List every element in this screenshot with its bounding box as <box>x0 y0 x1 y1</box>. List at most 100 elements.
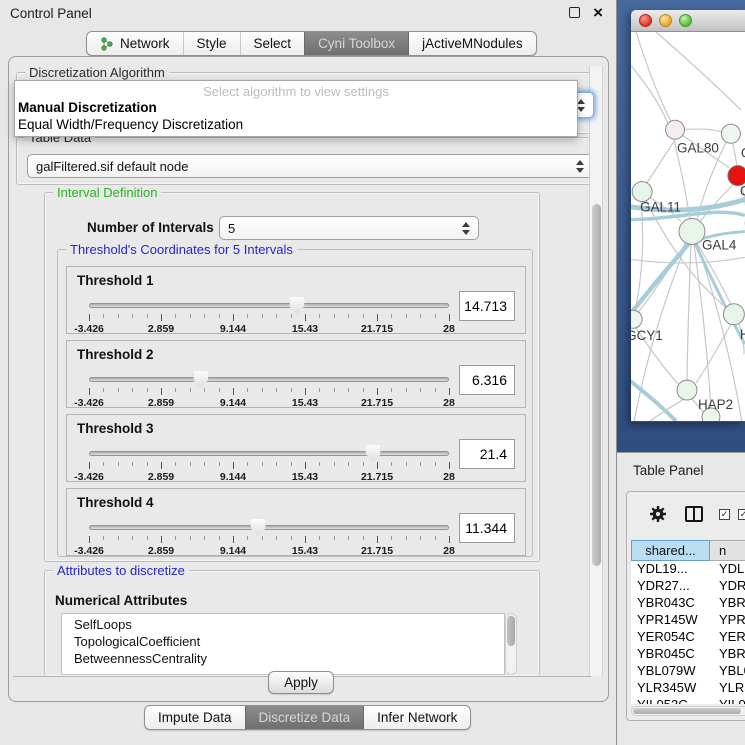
threshold-4-value-field[interactable]: 11.344 <box>459 513 515 543</box>
dropdown-option-manual-discretization[interactable]: Manual Discretization <box>15 99 577 116</box>
node-label-gal80: GAL80 <box>677 141 719 156</box>
threshold-3-label: Threshold 3 <box>77 421 154 436</box>
interval-definition-group: Interval Definition Number of Intervals … <box>44 192 540 562</box>
attributes-list-scrollbar[interactable] <box>505 613 517 675</box>
table-row[interactable]: YPR145WYPR1 <box>631 612 745 629</box>
table-row[interactable]: YER054CYER0 <box>631 629 745 646</box>
attribute-item[interactable]: SelfLoops <box>62 616 504 633</box>
scrollbar-thumb[interactable] <box>633 708 741 714</box>
table-row[interactable]: YBR045CYBR0 <box>631 646 745 663</box>
checkbox-icon[interactable]: ✓ <box>719 509 730 520</box>
tab-network-label: Network <box>120 36 170 51</box>
network-nodes <box>631 120 745 421</box>
table-cell[interactable]: YBL079W <box>631 663 710 680</box>
table-row[interactable]: YIL053CYIL0 <box>631 697 745 704</box>
slider-track[interactable] <box>89 525 449 530</box>
split-columns-icon[interactable] <box>685 506 703 522</box>
float-window-icon[interactable] <box>569 7 580 18</box>
threshold-3-value-field[interactable]: 21.4 <box>459 439 515 469</box>
tab-network[interactable]: Network <box>87 32 183 55</box>
table-cell[interactable]: YBR045C <box>631 646 710 663</box>
slider-thumb[interactable] <box>251 519 266 536</box>
tab-select[interactable]: Select <box>240 32 305 55</box>
column-header-name[interactable]: n <box>710 540 745 561</box>
table-cell[interactable]: YBR0 <box>710 646 745 663</box>
table-cell[interactable]: YBR043C <box>631 595 710 612</box>
tab-impute-data[interactable]: Impute Data <box>145 706 245 729</box>
zoom-traffic-light-icon[interactable] <box>679 14 692 27</box>
threshold-2-slider: -3.4262.8599.14415.4321.71528 <box>89 377 449 409</box>
slider-thumb[interactable] <box>193 371 208 388</box>
numerical-attributes-label: Numerical Attributes <box>55 593 187 608</box>
table-cell[interactable]: YDR2 <box>710 578 745 595</box>
table-cell[interactable]: YIL0 <box>710 697 745 704</box>
node-label-gal4: GAL4 <box>702 237 737 252</box>
slider-track[interactable] <box>89 451 449 456</box>
minimize-traffic-light-icon[interactable] <box>659 14 672 27</box>
table-cell[interactable]: YPR145W <box>631 612 710 629</box>
tab-discretize-data[interactable]: Discretize Data <box>245 706 365 729</box>
table-cell[interactable]: YLR3 <box>710 680 745 697</box>
table-panel-toolbar: ✓ ✓ <box>627 492 745 536</box>
threshold-3-panel: Threshold 3 -3.4262.8599.14415.4321.7152… <box>66 414 526 482</box>
table-row[interactable]: YLR345WYLR3 <box>631 680 745 697</box>
threshold-1-value-field[interactable]: 14.713 <box>459 291 515 321</box>
table-cell[interactable]: YBR0 <box>710 595 745 612</box>
threshold-3-slider: -3.4262.8599.14415.4321.71528 <box>89 451 449 483</box>
node-partial-g[interactable] <box>721 124 740 143</box>
close-traffic-light-icon[interactable] <box>639 14 652 27</box>
node-hap2[interactable] <box>677 380 697 400</box>
slider-ticks <box>89 314 449 322</box>
slider-track[interactable] <box>89 377 449 382</box>
table-cell[interactable]: YDR27... <box>631 578 710 595</box>
slider-thumb[interactable] <box>366 445 381 462</box>
table-row[interactable]: YBL079WYBL0 <box>631 663 745 680</box>
dropdown-option-equal-width-frequency[interactable]: Equal Width/Frequency Discretization <box>15 116 577 133</box>
network-canvas[interactable]: GAL80 GAL11 GAL4 GCY1 HAP2 G C H <box>631 32 745 421</box>
control-panel: Control Panel × Network Style Select Cyn… <box>0 0 617 745</box>
table-data-combobox[interactable]: galFiltered.sif default node <box>27 154 593 178</box>
slider-thumb[interactable] <box>289 297 304 314</box>
threshold-2-value-field[interactable]: 6.316 <box>459 365 515 395</box>
table-cell[interactable]: YLR345W <box>631 680 710 697</box>
combo-stepper-icon <box>576 160 584 173</box>
interval-definition-group-title: Interval Definition <box>53 185 161 200</box>
table-horizontal-scrollbar[interactable] <box>631 706 745 716</box>
tab-jactivemnodules[interactable]: jActiveMNodules <box>409 32 536 55</box>
slider-track[interactable] <box>89 303 449 308</box>
table-cell[interactable]: YPR1 <box>710 612 745 629</box>
slider-ticks <box>89 536 449 544</box>
table-cell[interactable]: YBL0 <box>710 663 745 680</box>
apply-button[interactable]: Apply <box>268 671 334 694</box>
top-tab-bar: Network Style Select Cyni Toolbox jActiv… <box>86 31 537 56</box>
table-row[interactable]: YDR27...YDR2 <box>631 578 745 595</box>
attribute-item[interactable]: BetweennessCentrality <box>62 650 504 667</box>
table-cell[interactable]: YDL19... <box>631 561 710 578</box>
control-panel-scrollbar[interactable] <box>589 66 603 676</box>
column-header-shared-name[interactable]: shared... <box>631 540 710 561</box>
attribute-item[interactable]: TopologicalCoefficient <box>62 633 504 650</box>
node-partial-h[interactable] <box>723 304 744 325</box>
scrollbar-thumb[interactable] <box>507 616 515 646</box>
tab-style[interactable]: Style <box>183 32 240 55</box>
tab-infer-network[interactable]: Infer Network <box>364 706 470 729</box>
network-desktop: GAL80 GAL11 GAL4 GCY1 HAP2 G C H <box>617 0 745 452</box>
table-cell[interactable]: YDL1 <box>710 561 745 578</box>
slider-tick-labels: -3.4262.8599.14415.4321.71528 <box>89 471 449 483</box>
scrollbar-thumb[interactable] <box>592 204 601 566</box>
number-of-intervals-combobox[interactable]: 5 <box>219 216 479 240</box>
gear-icon[interactable] <box>649 505 667 523</box>
close-icon[interactable]: × <box>593 1 603 25</box>
slider-ticks <box>89 462 449 470</box>
node-gal80[interactable] <box>666 120 685 139</box>
table-panel: Table Panel ✓ ✓ shared... n <box>617 452 745 745</box>
tab-cyni-toolbox[interactable]: Cyni Toolbox <box>304 32 409 55</box>
table-row[interactable]: YBR043CYBR0 <box>631 595 745 612</box>
node-gcy1[interactable] <box>631 310 642 328</box>
table-cell[interactable]: YER0 <box>710 629 745 646</box>
table-row[interactable]: YDL19...YDL1 <box>631 561 745 578</box>
checkbox-icon[interactable]: ✓ <box>738 509 745 520</box>
table-cell[interactable]: YER054C <box>631 629 710 646</box>
bottom-tab-bar: Impute Data Discretize Data Infer Networ… <box>144 705 471 730</box>
table-cell[interactable]: YIL053C <box>631 697 710 704</box>
